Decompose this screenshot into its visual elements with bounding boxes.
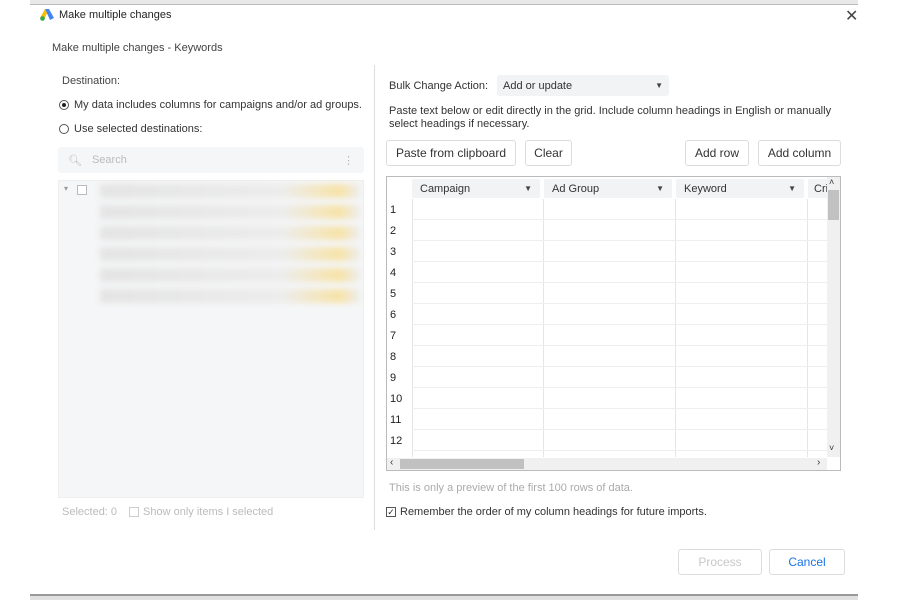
grid-line — [412, 282, 828, 283]
vertical-scrollbar[interactable]: ˄ ˅ — [827, 177, 840, 457]
selected-count: Selected: 0 — [62, 506, 118, 518]
row-number: 1 — [390, 204, 397, 216]
horizontal-scroll-thumb[interactable] — [400, 459, 524, 469]
grid-line — [543, 199, 544, 457]
close-icon[interactable]: ✕ — [845, 6, 858, 26]
row-number: 8 — [390, 351, 397, 363]
show-only-selected-checkbox[interactable]: Show only items I selected — [129, 506, 273, 518]
row-number: 12 — [390, 435, 403, 447]
blurred-campaign-row — [100, 247, 360, 261]
bulk-action-select[interactable]: Add or update ▼ — [497, 75, 669, 96]
scroll-right-icon[interactable]: › — [817, 457, 820, 468]
more-options-icon[interactable]: ⋮ — [343, 154, 354, 167]
data-grid[interactable]: Campaign ▼ Ad Group ▼ Keyword ▼ Cri 1234567… — [386, 176, 841, 471]
grid-line — [675, 199, 676, 457]
grid-line — [412, 199, 413, 457]
background-window-strip — [30, 594, 858, 600]
dropdown-arrow-icon: ▼ — [655, 81, 663, 90]
header-label: Campaign — [420, 182, 471, 195]
radio-data-includes-columns[interactable]: My data includes columns for campaigns a… — [59, 99, 362, 111]
grid-line — [412, 387, 828, 388]
grid-line — [412, 345, 828, 346]
row-number: 5 — [390, 288, 397, 300]
paste-from-clipboard-button[interactable]: Paste from clipboard — [386, 140, 516, 166]
add-row-button[interactable]: Add row — [685, 140, 749, 166]
search-icon: 🔍︎ — [68, 154, 82, 167]
grid-line — [412, 303, 828, 304]
scroll-up-icon[interactable]: ˄ — [829, 177, 834, 187]
dialog-title: Make multiple changes — [59, 9, 172, 21]
select-value: Add or update — [503, 79, 573, 92]
grid-line — [412, 324, 828, 325]
panel-divider — [374, 65, 375, 530]
remember-order-checkbox[interactable]: ✓ Remember the order of my column headin… — [386, 506, 707, 518]
dialog-title-bar: Make multiple changes — [40, 9, 172, 21]
row-number: 6 — [390, 309, 397, 321]
checkbox-checked-icon: ✓ — [386, 506, 396, 517]
header-label: Cri — [814, 182, 829, 195]
horizontal-scrollbar[interactable]: ‹ › — [387, 457, 827, 470]
vertical-scroll-thumb[interactable] — [828, 190, 839, 220]
header-label: Keyword — [684, 182, 727, 195]
search-placeholder: Search — [91, 154, 127, 166]
scroll-down-icon[interactable]: ˅ — [829, 443, 834, 453]
destination-label: Destination: — [62, 75, 121, 87]
header-label: Ad Group — [552, 182, 600, 195]
grid-line — [412, 408, 828, 409]
tree-checkbox[interactable] — [77, 185, 87, 195]
grid-line — [412, 429, 828, 430]
row-number: 3 — [390, 246, 397, 258]
add-column-button[interactable]: Add column — [758, 140, 841, 166]
clear-button[interactable]: Clear — [525, 140, 572, 166]
checkbox-label: Show only items I selected — [143, 506, 274, 518]
blurred-campaign-row — [100, 289, 360, 303]
blurred-campaign-row — [100, 205, 360, 219]
checkbox-label: Remember the order of my column headings… — [400, 506, 707, 518]
row-number: 9 — [390, 372, 397, 384]
radio-label: My data includes columns for campaigns a… — [74, 99, 362, 111]
dialog-subtitle: Make multiple changes - Keywords — [52, 42, 223, 54]
radio-use-selected-destinations[interactable]: Use selected destinations: — [59, 123, 202, 135]
column-header-ad-group[interactable]: Ad Group ▼ — [544, 179, 672, 198]
cancel-button[interactable]: Cancel — [769, 549, 845, 575]
expand-icon[interactable]: ▾ — [64, 184, 68, 193]
selection-footer: Selected: 0 Show only items I selected — [62, 506, 273, 518]
grid-line — [412, 366, 828, 367]
scroll-left-icon[interactable]: ‹ — [390, 457, 393, 468]
blurred-campaign-row — [100, 268, 360, 282]
row-number: 2 — [390, 225, 397, 237]
bulk-action-label: Bulk Change Action: — [389, 80, 489, 92]
dropdown-arrow-icon: ▼ — [788, 184, 796, 193]
grid-line — [412, 261, 828, 262]
checkbox-icon — [129, 507, 140, 517]
row-number: 4 — [390, 267, 397, 279]
destination-search-input[interactable]: 🔍︎ Search ⋮ — [58, 147, 364, 173]
grid-line — [807, 199, 808, 457]
radio-unchecked-icon — [59, 124, 69, 134]
dropdown-arrow-icon: ▼ — [656, 184, 664, 193]
row-number: 10 — [390, 393, 403, 405]
grid-line — [412, 219, 828, 220]
blurred-campaign-row — [100, 226, 360, 240]
dropdown-arrow-icon: ▼ — [524, 184, 532, 193]
google-ads-logo-icon — [40, 9, 54, 21]
column-header-keyword[interactable]: Keyword ▼ — [676, 179, 804, 198]
grid-line — [412, 240, 828, 241]
radio-checked-icon — [59, 100, 69, 110]
row-number: 7 — [390, 330, 397, 342]
preview-note: This is only a preview of the first 100 … — [389, 482, 633, 494]
instructions-text: Paste text below or edit directly in the… — [389, 105, 832, 130]
row-number: 11 — [390, 414, 402, 426]
process-button[interactable]: Process — [678, 549, 762, 575]
column-header-campaign[interactable]: Campaign ▼ — [412, 179, 540, 198]
radio-label: Use selected destinations: — [74, 123, 203, 135]
blurred-account-row — [100, 184, 360, 198]
grid-line — [412, 450, 828, 451]
